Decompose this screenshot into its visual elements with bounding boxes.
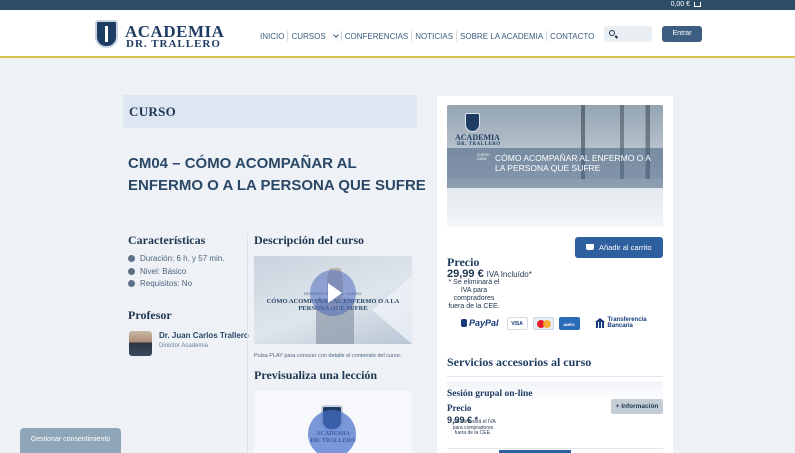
play-icon[interactable] bbox=[308, 410, 356, 453]
price-note: * Se eliminará el IVA para compradores f… bbox=[448, 279, 500, 310]
description-heading: Descripción del curso bbox=[254, 233, 364, 247]
add-to-cart-label: Añadir al carrito bbox=[599, 243, 652, 252]
services-divider bbox=[447, 376, 663, 377]
level-icon bbox=[128, 268, 135, 275]
professor-heading: Profesor bbox=[128, 308, 172, 322]
clock-icon bbox=[128, 255, 135, 262]
paypal-label: PayPal bbox=[469, 318, 499, 328]
paypal-logo: PayPal bbox=[461, 318, 499, 328]
section-label: CURSO bbox=[129, 104, 177, 119]
professor-name: Dr. Juan Carlos Trallero bbox=[159, 331, 249, 340]
site-header: ACADEMIA DR. TRALLERO INICIO CURSOS CONF… bbox=[0, 10, 795, 58]
image-kicker: CURSO CM04 bbox=[477, 153, 490, 161]
top-bar: 0,00 € bbox=[0, 0, 795, 10]
requirements-icon bbox=[128, 280, 135, 287]
nav-separator bbox=[287, 31, 289, 41]
search-icon[interactable] bbox=[609, 30, 615, 36]
manage-consent-button[interactable]: Gestionar consentimiento bbox=[20, 428, 121, 453]
cart-icon bbox=[694, 1, 701, 7]
amex-logo: AMEX bbox=[558, 316, 580, 330]
level-text: Nivel: Básico bbox=[140, 267, 187, 276]
professor-role: Director Academia bbox=[159, 343, 209, 349]
section-banner: CURSO bbox=[123, 95, 417, 128]
service-name: Sesión grupal on-line bbox=[447, 389, 533, 399]
paypal-icon bbox=[461, 319, 467, 327]
nav-cursos[interactable]: CURSOS bbox=[289, 32, 339, 41]
service-divider bbox=[447, 448, 663, 449]
more-info-button[interactable]: + Información bbox=[611, 399, 663, 414]
level-row: Nivel: Básico bbox=[128, 267, 186, 276]
logo-subtitle[interactable]: DR. TRALLERO bbox=[126, 38, 221, 50]
search-box[interactable] bbox=[604, 26, 652, 42]
preview-heading: Previsualiza una lección bbox=[254, 368, 378, 382]
nav-sobre-la-academia[interactable]: SOBRE LA ACADEMIA bbox=[458, 32, 545, 41]
service-price-heading: Precio bbox=[447, 403, 472, 413]
bank-transfer-logo: Transferencia Bancaria bbox=[594, 317, 647, 329]
nav-separator bbox=[340, 31, 342, 41]
add-to-cart-button[interactable]: Añadir al carrito bbox=[575, 237, 663, 258]
mastercard-icon bbox=[532, 316, 554, 330]
nav-separator bbox=[411, 31, 413, 41]
image-logo-subtitle: DR. TRALLERO bbox=[457, 142, 501, 147]
characteristics-heading: Características bbox=[128, 233, 206, 247]
nav-conferencias[interactable]: CONFERENCIAS bbox=[343, 32, 411, 41]
avatar bbox=[129, 331, 152, 356]
logo-shield-icon bbox=[465, 113, 480, 132]
login-button[interactable]: Entrar bbox=[662, 26, 702, 42]
chevron-down-icon bbox=[332, 31, 339, 38]
nav-separator bbox=[546, 31, 548, 41]
mini-cart[interactable]: 0,00 € bbox=[671, 0, 701, 10]
duration-text: Duración: 6 h. y 57 min. bbox=[140, 254, 225, 263]
video-caption: Pulsa PLAY para conocer con detalle el c… bbox=[254, 353, 402, 359]
bank-line2: Bancaria bbox=[607, 323, 633, 329]
bank-transfer-text: Transferencia Bancaria bbox=[608, 317, 647, 329]
image-logo-title: ACADEMIA bbox=[455, 133, 500, 142]
column-divider bbox=[247, 233, 248, 453]
course-image: ACADEMIA DR. TRALLERO CURSO CM04 CÓMO AC… bbox=[447, 105, 663, 227]
course-title: CM04 – CÓMO ACOMPAÑAR AL ENFERMO O A LA … bbox=[128, 155, 426, 194]
services-heading: Servicios accesorios al curso bbox=[447, 355, 592, 369]
visa-logo: VISA bbox=[506, 316, 528, 330]
service-price-note: * Se eliminará el IVA para compradores f… bbox=[450, 419, 496, 436]
nav-contacto[interactable]: CONTACTO bbox=[548, 32, 596, 41]
cart-icon bbox=[586, 244, 594, 250]
play-icon[interactable] bbox=[310, 270, 356, 316]
requirements-text: Requisitos: No bbox=[140, 279, 193, 288]
nav-separator bbox=[456, 31, 458, 41]
price-tax: IVA Incluído* bbox=[486, 270, 532, 279]
nav-inicio[interactable]: INICIO bbox=[258, 32, 286, 41]
nav-noticias[interactable]: NOTICIAS bbox=[413, 32, 455, 41]
bank-icon bbox=[594, 318, 605, 328]
logo-shield-icon[interactable] bbox=[95, 20, 118, 48]
mini-cart-total: 0,00 € bbox=[670, 1, 691, 8]
requirements-row: Requisitos: No bbox=[128, 279, 192, 288]
search-input[interactable] bbox=[620, 28, 650, 40]
image-course-title: CÓMO ACOMPAÑAR AL ENFERMO O A LA PERSONA… bbox=[495, 153, 651, 173]
main-nav: INICIO CURSOS CONFERENCIAS NOTICIAS SOBR… bbox=[258, 30, 596, 42]
nav-cursos-label: CURSOS bbox=[291, 31, 326, 41]
duration-row: Duración: 6 h. y 57 min. bbox=[128, 254, 224, 263]
payment-methods: PayPal VISA AMEX Transferencia Bancaria bbox=[461, 316, 647, 330]
